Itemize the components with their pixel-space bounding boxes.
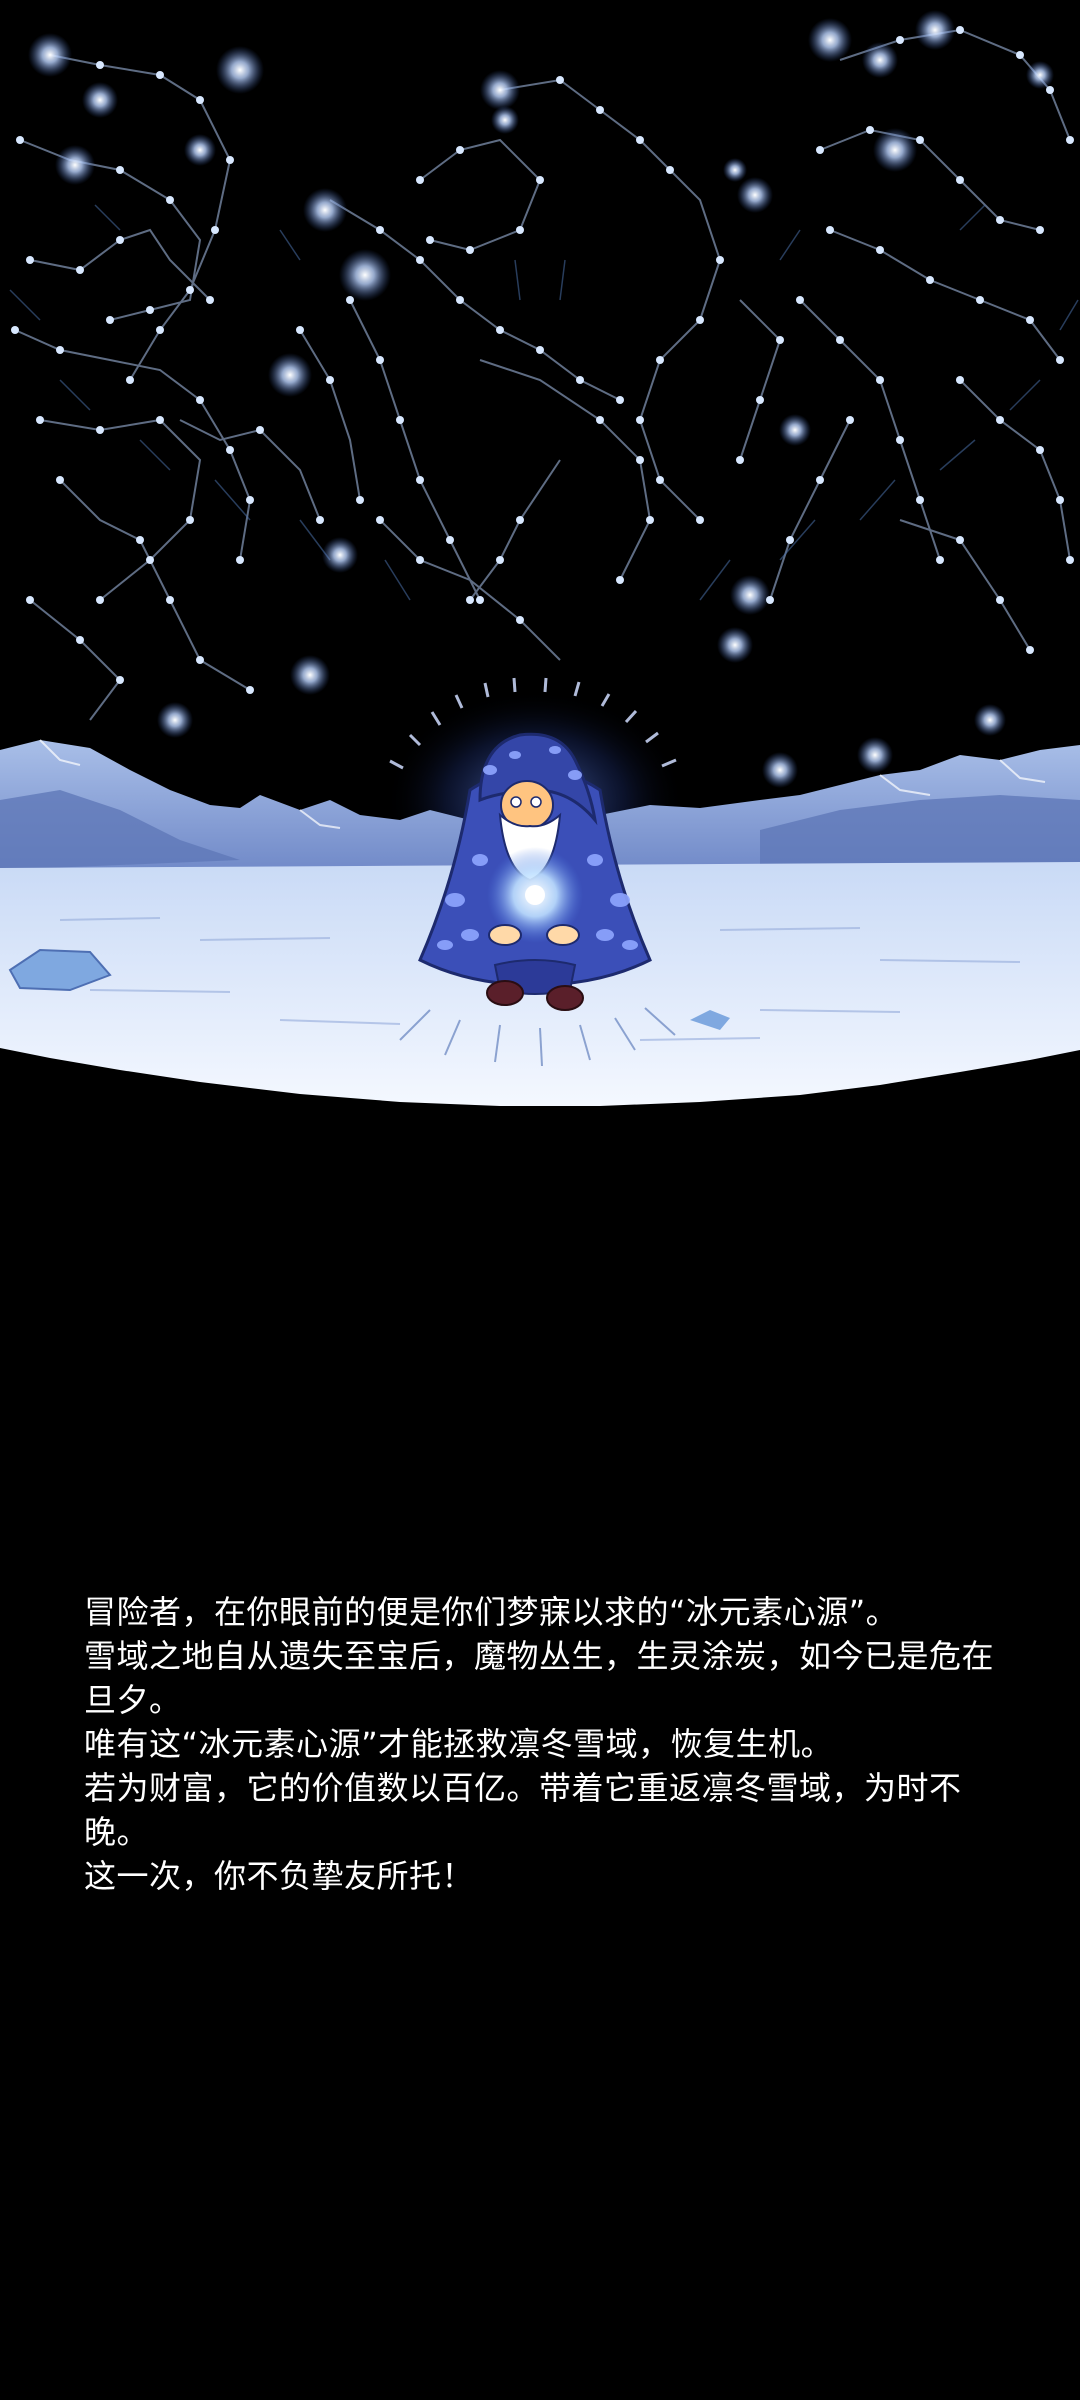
story-line: 唯有这“冰元素心源”才能拯救凛冬雪域，恢复生机。 bbox=[84, 1725, 834, 1763]
story-line: 这一次，你不负挚友所托！ bbox=[84, 1857, 475, 1895]
constellation-lines bbox=[14, 28, 1071, 721]
story-line: 雪域之地自从遗失至宝后，魔物丛生，生灵涂炭，如今已是危在旦夕。 bbox=[84, 1637, 995, 1719]
story-line: 冒险者，在你眼前的便是你们梦寐以求的“冰元素心源”。 bbox=[84, 1593, 899, 1631]
star-points bbox=[11, 26, 1074, 694]
story-line: 若为财富，它的价值数以百亿。带着它重返凛冬雪域，为时不晚。 bbox=[84, 1769, 962, 1851]
story-text-panel: 冒险者，在你眼前的便是你们梦寐以求的“冰元素心源”。 雪域之地自从遗失至宝后，魔… bbox=[84, 1590, 1004, 1898]
story-illustration bbox=[0, 0, 1080, 1110]
glow-stars bbox=[28, 10, 1054, 788]
